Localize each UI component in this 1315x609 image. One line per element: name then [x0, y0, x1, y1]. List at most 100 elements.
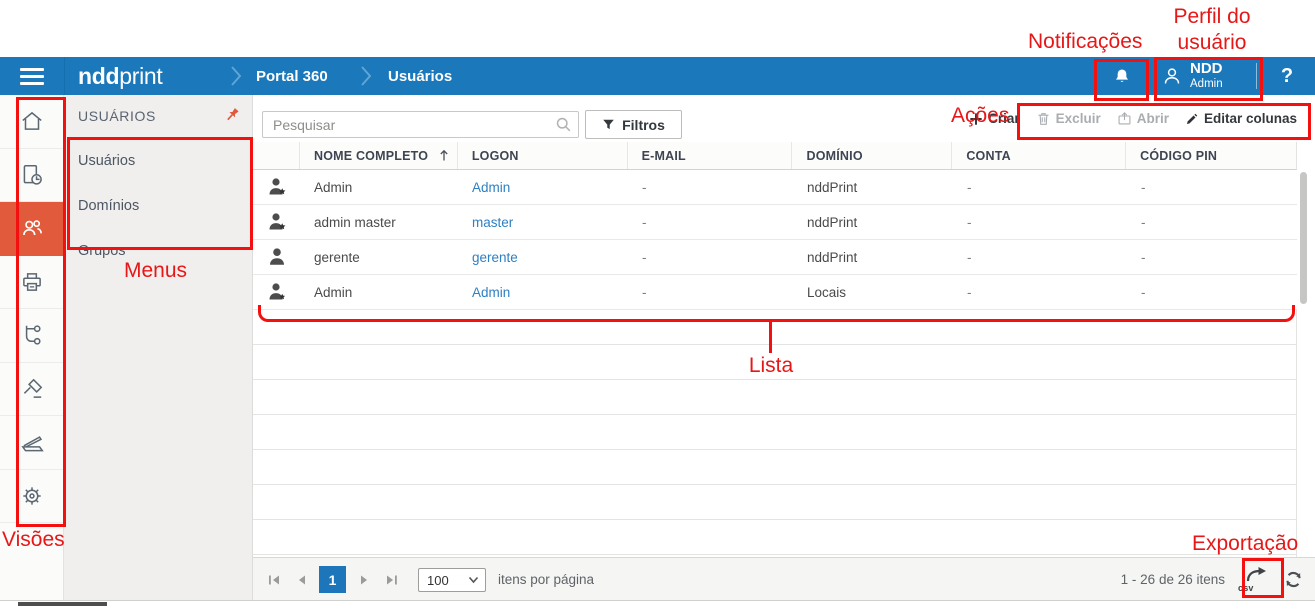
- cell-dominio: nddPrint: [793, 170, 953, 204]
- sidebar-item-scanner[interactable]: [0, 416, 63, 470]
- create-label: Criar: [988, 111, 1020, 126]
- create-button[interactable]: Criar: [969, 111, 1020, 126]
- plus-icon: [969, 112, 983, 126]
- table-row[interactable]: Admin Admin - nddPrint - -: [253, 170, 1297, 205]
- filter-funnel-icon: [602, 118, 615, 132]
- cell-dominio: nddPrint: [793, 205, 953, 239]
- sidebar-item-users[interactable]: [0, 202, 63, 256]
- delete-button[interactable]: Excluir: [1036, 111, 1101, 126]
- user-star-icon: [266, 211, 288, 233]
- cell-conta: -: [953, 275, 1127, 309]
- breadcrumb-chevron-icon: [230, 64, 243, 88]
- breadcrumb-portal360[interactable]: Portal 360: [256, 57, 328, 95]
- refresh-button[interactable]: [1281, 568, 1305, 592]
- sidebar-item-printers[interactable]: [0, 256, 63, 310]
- csv-export-icon: [1246, 566, 1268, 583]
- column-conta[interactable]: CONTA: [952, 142, 1126, 169]
- cell-nome: admin master: [300, 205, 458, 239]
- horizontal-scrollbar[interactable]: [18, 602, 107, 606]
- cell-logon-link[interactable]: master: [472, 215, 513, 230]
- sidebar-item-settings[interactable]: [0, 470, 63, 524]
- chevron-down-icon: [468, 576, 479, 584]
- cell-nome: Admin: [300, 275, 458, 309]
- sidebar-item-home[interactable]: [0, 95, 63, 149]
- cell-logon-link[interactable]: gerente: [472, 250, 518, 265]
- cell-logon-link[interactable]: Admin: [472, 285, 510, 300]
- next-page-button[interactable]: [355, 571, 373, 589]
- table-row[interactable]: Admin Admin - Locais - -: [253, 275, 1297, 310]
- first-page-button[interactable]: [265, 571, 283, 589]
- column-nome-completo[interactable]: NOME COMPLETO: [300, 142, 458, 169]
- sidebar-item-hierarchy[interactable]: [0, 309, 63, 363]
- page-size-select[interactable]: 100: [418, 568, 486, 592]
- first-page-icon: [267, 573, 282, 587]
- pushpin-icon[interactable]: [222, 105, 242, 125]
- current-page[interactable]: 1: [319, 566, 346, 593]
- last-page-button[interactable]: [382, 571, 400, 589]
- filters-button[interactable]: Filtros: [585, 110, 682, 139]
- views-sidebar: [0, 95, 64, 600]
- notifications-button[interactable]: [1108, 63, 1136, 91]
- annotation-profile-line1: Perfil do: [1158, 4, 1266, 30]
- cell-conta: -: [953, 170, 1127, 204]
- open-button[interactable]: Abrir: [1117, 111, 1169, 126]
- bell-icon: [1112, 66, 1132, 88]
- filters-label: Filtros: [622, 117, 665, 133]
- page-size-value: 100: [427, 573, 449, 588]
- next-page-icon: [359, 573, 370, 587]
- pencil-icon: [1185, 112, 1199, 126]
- cell-nome: Admin: [300, 170, 458, 204]
- user-icon: [266, 246, 288, 268]
- cell-email: -: [628, 170, 793, 204]
- cell-logon-link[interactable]: Admin: [472, 180, 510, 195]
- column-logon[interactable]: LOGON: [458, 142, 628, 169]
- column-dominio[interactable]: DOMÍNIO: [792, 142, 952, 169]
- prev-page-button[interactable]: [292, 571, 310, 589]
- search-input[interactable]: [262, 111, 579, 138]
- logo-bold-text: ndd: [78, 63, 119, 90]
- annotation-profile-line2: usuário: [1158, 30, 1266, 56]
- top-bar: nddprint Portal 360 Usuários NDD Admin ?: [0, 57, 1315, 95]
- pagination: 1: [265, 558, 400, 601]
- column-icon: [253, 142, 300, 169]
- column-codigo-pin[interactable]: CÓDIGO PIN: [1126, 142, 1296, 169]
- submenu-title: USUÁRIOS: [78, 108, 156, 124]
- table-row[interactable]: gerente gerente - nddPrint - -: [253, 240, 1297, 275]
- settings-icon: [19, 483, 45, 509]
- reports-icon: [19, 162, 45, 188]
- sidebar-item-reports[interactable]: [0, 149, 63, 203]
- delete-label: Excluir: [1056, 111, 1101, 126]
- home-icon: [19, 108, 45, 134]
- submenu-item-usuarios[interactable]: Usuários: [64, 138, 253, 183]
- vertical-scrollbar[interactable]: [1300, 172, 1307, 304]
- help-button[interactable]: ?: [1272, 57, 1302, 95]
- cell-dominio: nddPrint: [793, 240, 953, 274]
- hamburger-menu-icon[interactable]: [0, 57, 64, 95]
- page: nddprint Portal 360 Usuários NDD Admin ?: [0, 0, 1315, 609]
- actions-toolbar: Criar Excluir Abrir Editar colunas: [969, 111, 1297, 126]
- app-bottom-border: [0, 600, 1315, 601]
- table-row[interactable]: admin master master - nddPrint - -: [253, 205, 1297, 240]
- export-csv-button[interactable]: csv: [1238, 566, 1268, 593]
- annotation-profile: Perfil do usuário: [1158, 4, 1266, 56]
- main-content: Filtros Criar Excluir Abrir Editar colun…: [253, 95, 1315, 601]
- submenu-item-grupos[interactable]: Grupos: [64, 228, 253, 273]
- annotation-notifications: Notificações: [1028, 30, 1142, 54]
- user-profile-button[interactable]: NDD Admin: [1160, 57, 1223, 95]
- submenu-item-dominios[interactable]: Domínios: [64, 183, 253, 228]
- cell-codigo-pin: -: [1127, 170, 1297, 204]
- topbar-divider: [64, 57, 65, 95]
- column-label: NOME COMPLETO: [314, 149, 428, 163]
- profile-name-block: NDD Admin: [1190, 61, 1223, 90]
- breadcrumb-usuarios[interactable]: Usuários: [388, 57, 452, 95]
- search-icon: [555, 116, 572, 133]
- edit-columns-button[interactable]: Editar colunas: [1185, 111, 1297, 126]
- menus-panel: USUÁRIOS Usuários Domínios Grupos: [64, 95, 253, 600]
- search-field-wrap: [262, 111, 579, 138]
- cell-codigo-pin: -: [1127, 205, 1297, 239]
- csv-label: csv: [1238, 583, 1254, 593]
- user-star-icon: [266, 176, 288, 198]
- column-email[interactable]: E-MAIL: [628, 142, 793, 169]
- sort-asc-icon: [438, 149, 450, 162]
- sidebar-item-rules[interactable]: [0, 363, 63, 417]
